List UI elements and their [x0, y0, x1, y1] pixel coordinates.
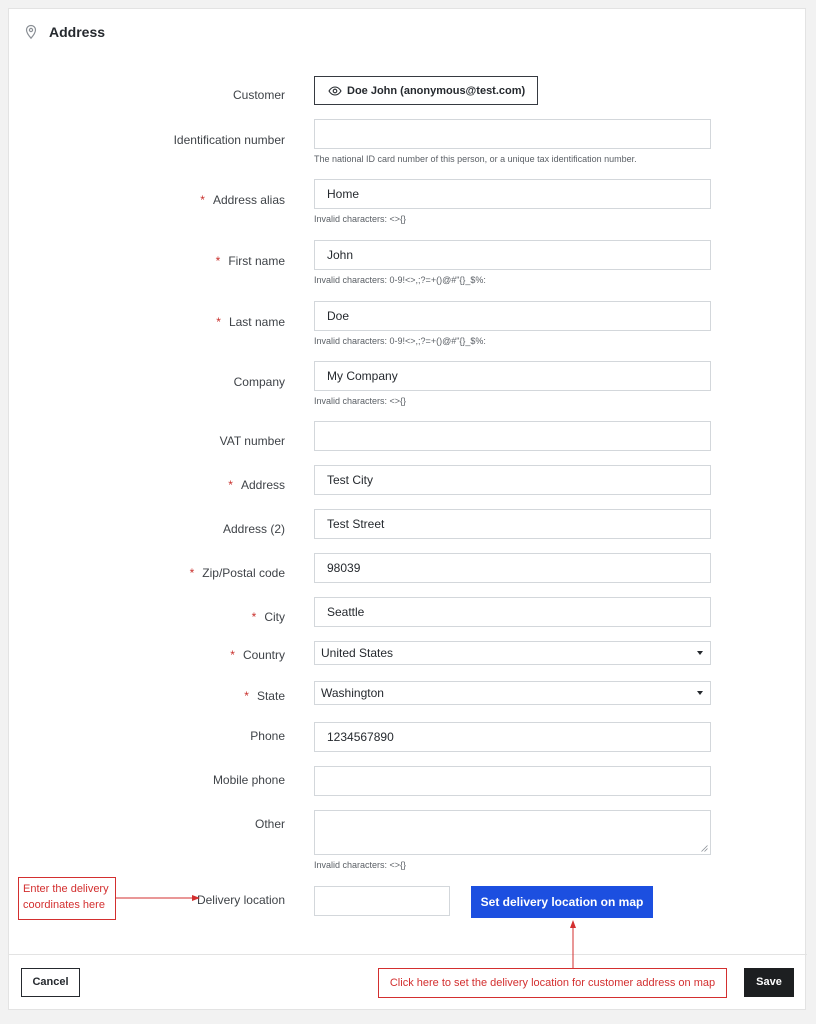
card-header: Address: [23, 21, 105, 43]
first-name-help: Invalid characters: 0-9!<>,;?=+()@#"{}_$…: [314, 275, 486, 285]
identification-input[interactable]: [314, 119, 711, 149]
country-label: * Country: [25, 648, 285, 662]
required-mark: *: [200, 193, 205, 207]
city-label-text: City: [264, 610, 285, 624]
postcode-input[interactable]: 98039: [314, 553, 711, 583]
phone-label: Phone: [250, 729, 285, 743]
first-name-input[interactable]: John: [314, 240, 711, 270]
footer-divider: [9, 954, 807, 955]
last-name-label-text: Last name: [228, 315, 285, 329]
delivery-coordinates-callout: Enter the delivery coordinates here: [18, 877, 116, 920]
alias-label: * Address alias: [25, 193, 285, 207]
address1-label: * Address: [25, 478, 285, 492]
vat-input[interactable]: [314, 421, 711, 451]
required-mark: *: [244, 689, 249, 703]
identification-label: Identification number: [173, 133, 285, 147]
company-help: Invalid characters: <>{}: [314, 396, 407, 406]
eye-icon: [328, 85, 342, 96]
mobile-input[interactable]: [314, 766, 711, 796]
required-mark: *: [216, 315, 221, 329]
chevron-down-icon: [697, 691, 703, 695]
set-delivery-location-button[interactable]: Set delivery location on map: [471, 886, 653, 918]
callout-line-2: coordinates here: [23, 899, 105, 911]
required-mark: *: [189, 566, 195, 580]
country-value: United States: [321, 646, 394, 660]
delivery-input[interactable]: [314, 886, 450, 916]
required-mark: *: [215, 254, 221, 268]
first-name-label: * First name: [25, 254, 285, 268]
cancel-button[interactable]: Cancel: [21, 968, 80, 997]
phone-input[interactable]: 1234567890: [314, 722, 711, 752]
last-name-help: Invalid characters: 0-9!<>,;?=+()@#"{}_$…: [314, 336, 486, 346]
callout-line-1: Enter the delivery: [23, 883, 109, 895]
country-select[interactable]: United States: [314, 641, 711, 665]
state-label: * State: [25, 689, 285, 703]
last-name-label: * Last name: [25, 315, 285, 329]
other-help: Invalid characters: <>{}: [314, 860, 407, 870]
identification-help: The national ID card number of this pers…: [314, 154, 637, 164]
page-title: Address: [49, 24, 106, 40]
alias-help: Invalid characters: <>{}: [314, 214, 407, 224]
other-label: Other: [254, 817, 285, 831]
map-pin-icon: [25, 24, 37, 40]
customer-value: Doe John (anonymous@test.com): [347, 84, 526, 97]
resize-grip-icon[interactable]: [701, 845, 708, 852]
address1-label-text: Address: [240, 478, 285, 492]
state-label-text: State: [256, 689, 285, 703]
address2-label: Address (2): [222, 522, 285, 536]
city-label: * City: [25, 610, 285, 624]
postcode-label: * Zip/Postal code: [25, 566, 285, 580]
map-button-callout: Click here to set the delivery location …: [378, 968, 727, 998]
required-mark: *: [230, 648, 235, 662]
required-mark: *: [251, 610, 257, 624]
required-mark: *: [228, 478, 233, 492]
last-name-input[interactable]: Doe: [314, 301, 711, 331]
first-name-label-text: First name: [228, 254, 285, 268]
chevron-down-icon: [697, 651, 703, 655]
alias-input[interactable]: Home: [314, 179, 711, 209]
customer-button[interactable]: Doe John (anonymous@test.com): [314, 76, 539, 105]
company-label: Company: [233, 375, 285, 389]
address1-input[interactable]: Test City: [314, 465, 711, 495]
address2-input[interactable]: Test Street: [314, 509, 711, 539]
vat-label: VAT number: [219, 434, 285, 448]
other-textarea[interactable]: [314, 810, 711, 855]
postcode-label-text: Zip/Postal code: [202, 566, 285, 580]
state-value: Washington: [321, 686, 384, 700]
company-input[interactable]: My Company: [314, 361, 711, 391]
customer-label: Customer: [232, 88, 285, 102]
city-input[interactable]: Seattle: [314, 597, 711, 627]
country-label-text: Country: [242, 648, 285, 662]
mobile-label: Mobile phone: [212, 773, 285, 787]
state-select[interactable]: Washington: [314, 681, 711, 705]
save-button[interactable]: Save: [744, 968, 794, 997]
alias-label-text: Address alias: [212, 193, 285, 207]
address-form-card: Address Customer Doe John (anonymous@tes…: [8, 8, 807, 1010]
